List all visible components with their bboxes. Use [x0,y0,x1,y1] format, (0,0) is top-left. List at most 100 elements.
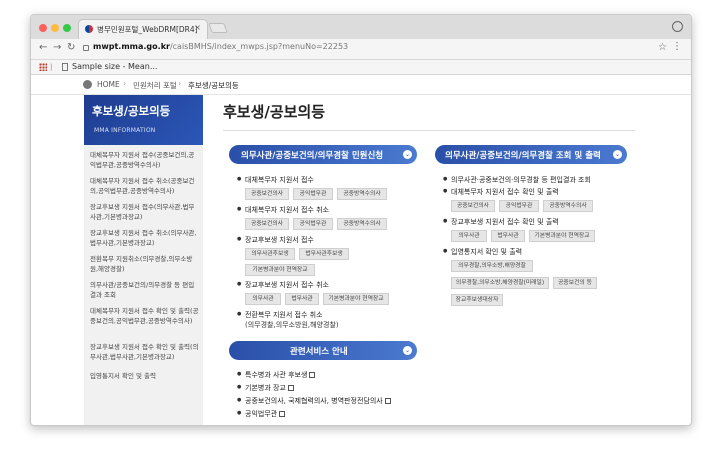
service-link[interactable]: 특수병과 사관 후보생 [237,370,316,380]
service-link[interactable]: 공익법무관 [237,409,286,419]
list-item-detail: (의무경찰,의무소방원,해양경찰) [245,321,339,329]
title-bar: 병무민원포털_WebDRM[DR4] × [31,15,691,39]
lock-icon [83,45,89,51]
breadcrumb-portal[interactable]: 민원처리 포털 [133,80,177,91]
minimize-window-button[interactable] [51,24,59,32]
link-tag[interactable]: 공익법무관 [293,218,333,230]
link-tag[interactable]: 기본병과분야 현역장교 [323,293,389,305]
section-header-label: 관련서비스 안내 [290,347,348,357]
breadcrumb-home[interactable]: HOME [97,80,120,89]
browser-window: 병무민원포털_WebDRM[DR4] × ← → ↻ mwpt.mma.go.k… [30,14,692,426]
bookmark-link[interactable]: Sample size - Mean... [72,62,157,71]
sidebar: 후보생/공보의등 MMA INFORMATION 대체복무자 지원서 접수(공중… [84,95,203,425]
link-tag[interactable]: 공중보건의사 [451,200,495,212]
close-window-button[interactable] [39,24,47,32]
service-section-header[interactable]: 관련서비스 안내 ⌄ [229,341,417,360]
sidebar-item[interactable]: 대체복무자 지원서 접수(공중보건의,공익법무관,공중방역수의사) [90,150,200,170]
link-tag[interactable]: 법무사관후보생 [299,248,349,260]
sidebar-item[interactable]: 장교후보생 지원서 접수(의무사관,법무사관,기본병과장교) [90,202,200,222]
link-tag[interactable]: 공익법무관 [293,188,333,200]
back-icon[interactable]: ← [39,42,47,53]
home-icon[interactable] [83,80,92,89]
external-link-icon [287,385,294,391]
breadcrumb: HOME › 민원처리 포털 › 후보생/공보의등 [31,75,691,95]
application-section-header[interactable]: 의무사관/공중보건의/의무경찰 민원신청 ⌄ [229,145,417,164]
link-tag[interactable]: 법무사관 [491,230,525,242]
page-title: 후보생/공보의등 [223,103,326,121]
link-tag[interactable]: 의무사관 [451,230,487,242]
url-path: /caisBMHS/index_mwps.jsp?menuNo=22253 [169,42,349,51]
chevron-down-icon: ⌄ [403,150,412,159]
service-link[interactable]: 공중보건의사, 국제협력의사, 병역판정전담의사 [237,396,391,406]
bookmarks-separator: | [50,63,53,71]
link-tag[interactable]: 공중방역수의사 [337,218,387,230]
sidebar-item[interactable]: 장교후보생 지원서 접수 확인 및 출력(의무사관,법무사관,기본병과장교) [90,342,200,362]
list-item: 대체복무자 지원서 접수 취소 [237,205,329,215]
link-tag[interactable]: 의무경찰,의무소방,해양경찰(미래일) [451,277,549,289]
breadcrumb-current: 후보생/공보의등 [188,81,239,90]
address-bar[interactable]: mwpt.mma.go.kr/caisBMHS/index_mwps.jsp?m… [93,42,348,51]
list-item: 장교후보생 지원서 접수 [237,235,314,245]
sidebar-item[interactable]: 대체복무자 지원서 접수 취소(공중보건의,공익법무관,공중방역수의사) [90,176,200,196]
link-tag[interactable]: 의무경찰,의무소방,해양경찰 [451,260,533,272]
link-tag[interactable]: 장교후보생대상자 [451,294,503,306]
section-header-label: 의무사관/공중보건의/의무경찰 조회 및 출력 [445,151,601,161]
link-tag[interactable]: 공중보건의사 [245,218,289,230]
sidebar-header: 후보생/공보의등 MMA INFORMATION [84,95,203,145]
service-link-label: 공익법무관 [245,410,278,418]
service-link-label: 공중보건의사, 국제협력의사, 병역판정전담의사 [245,397,383,405]
kebab-menu-icon[interactable]: ⋮ [672,41,682,52]
tab-close-icon[interactable]: × [194,23,201,32]
service-link-label: 특수병과 사관 후보생 [245,371,308,379]
list-item: 입영통지서 확인 및 출력 [443,247,522,257]
chevron-down-icon: ⌄ [403,346,412,355]
link-tag[interactable]: 공중방역수의사 [337,188,387,200]
section-header-label: 의무사관/공중보건의/의무경찰 민원신청 [241,151,384,161]
list-item: 장교후보생 지원서 접수 취소 [237,280,329,290]
list-item: 장교후보생 지원서 접수 확인 및 출력 [443,217,559,227]
sidebar-item[interactable]: 장교후보생 지원서 접수 취소(의무사관,법무사관,기본병과장교) [90,228,200,248]
apps-grid-icon[interactable] [39,63,47,71]
service-link[interactable]: 기본병과 장교 [237,383,294,393]
list-item[interactable]: 의무사관·공중보건의·의무경찰 등 편입결과 조회 [443,175,591,185]
list-item: 대체복무자 지원서 접수 확인 및 출력 [443,187,559,197]
sidebar-item[interactable]: 대체복무자 지원서 접수 확인 및 출력(공중보건의,공익법무관,공중방역수의사… [90,306,200,326]
link-tag[interactable]: 공중보건의 등 [553,277,597,289]
inquiry-section-header[interactable]: 의무사관/공중보건의/의무경찰 조회 및 출력 ⌄ [435,145,627,164]
link-tag[interactable]: 법무사관 [285,293,319,305]
link-tag[interactable]: 기본병과분야 현역장교 [529,230,595,242]
link-tag[interactable]: 의무사관 [245,293,281,305]
new-tab-button[interactable] [208,23,228,33]
list-item[interactable]: 전환복무 지원서 접수 취소 [237,310,322,320]
bookmarks-bar: | Sample size - Mean... [31,60,691,75]
sidebar-item[interactable]: 의무사관/공중보건의/의무경찰 등 편입결과 조회 [90,280,200,300]
list-item: 대체복무자 지원서 접수 [237,175,314,185]
sidebar-subtitle: MMA INFORMATION [94,127,156,134]
taegeuk-icon [85,25,93,33]
link-tag[interactable]: 기본병과분야 현역장교 [245,264,315,276]
external-link-icon [384,398,391,404]
tab-title: 병무민원포털_WebDRM[DR4] [97,25,198,34]
page-icon [62,63,68,71]
link-tag[interactable]: 공중보건의사 [245,188,289,200]
reload-icon[interactable]: ↻ [67,42,75,53]
link-tag[interactable]: 공중방역수의사 [543,200,593,212]
bookmark-star-icon[interactable]: ☆ [658,42,667,53]
browser-tab[interactable]: 병무민원포털_WebDRM[DR4] × [78,19,208,39]
maximize-window-button[interactable] [63,24,71,32]
address-toolbar: ← → ↻ mwpt.mma.go.kr/caisBMHS/index_mwps… [31,39,691,60]
sidebar-item[interactable]: 입영통지서 확인 및 출력 [90,371,200,381]
link-tag[interactable]: 공익법무관 [499,200,539,212]
external-link-icon [279,411,286,417]
link-tag[interactable]: 의무사관후보생 [245,248,295,260]
chevron-right-icon: › [178,79,182,88]
sidebar-title: 후보생/공보의등 [92,104,171,118]
chevron-down-icon: ⌄ [613,150,622,159]
external-link-icon [309,372,316,378]
sidebar-item[interactable]: 전환복무 지원취소(의무경찰,의무소방원,해양경찰) [90,254,200,274]
chevron-right-icon: › [123,79,127,88]
url-host: mwpt.mma.go.kr [93,42,170,51]
title-divider [223,130,635,131]
profile-icon[interactable] [672,21,683,32]
forward-icon[interactable]: → [53,42,61,53]
